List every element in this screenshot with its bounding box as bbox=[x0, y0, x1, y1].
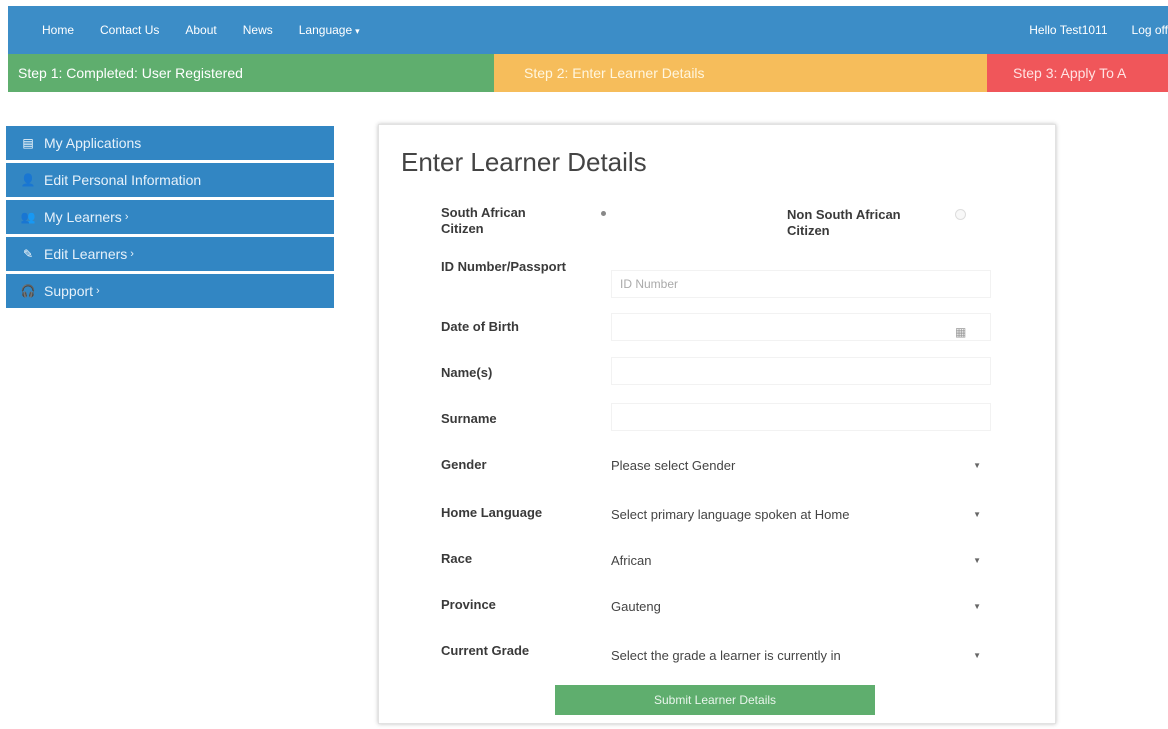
sidebar-item-label: My Learners bbox=[44, 209, 122, 225]
learner-details-card: Enter Learner Details South African Citi… bbox=[378, 124, 1056, 724]
current-grade-select[interactable]: Select the grade a learner is currently … bbox=[611, 641, 991, 669]
list-icon: ▤ bbox=[22, 136, 34, 150]
page-title: Enter Learner Details bbox=[401, 147, 647, 177]
user-icon: 👤 bbox=[20, 173, 36, 187]
race-select[interactable]: African ▼ bbox=[611, 546, 991, 574]
chevron-right-icon: › bbox=[96, 285, 100, 297]
non-sa-citizen-label: Non South African Citizen bbox=[787, 207, 901, 238]
home-language-label: Home Language bbox=[441, 505, 543, 520]
users-icon: 👥 bbox=[20, 210, 36, 224]
gender-label: Gender bbox=[441, 457, 487, 472]
province-select[interactable]: Gauteng ▼ bbox=[611, 592, 991, 620]
dob-input[interactable] bbox=[611, 313, 991, 341]
nav-language-dropdown[interactable]: Language ▾ bbox=[299, 23, 360, 37]
dropdown-arrow-icon: ▼ bbox=[973, 650, 981, 660]
dob-label: Date of Birth bbox=[441, 319, 519, 334]
nav-about[interactable]: About bbox=[185, 23, 216, 37]
id-number-input[interactable]: ID Number bbox=[611, 270, 991, 298]
non-sa-citizen-radio[interactable] bbox=[955, 209, 966, 220]
pencil-icon: ✎ bbox=[22, 247, 34, 261]
step-3-next: Step 3: Apply To A bbox=[987, 54, 1168, 92]
sidebar-item-edit-learners[interactable]: ✎ Edit Learners › bbox=[6, 237, 334, 271]
nav-home[interactable]: Home bbox=[42, 23, 74, 37]
sa-citizen-radio[interactable] bbox=[601, 211, 606, 216]
province-label: Province bbox=[441, 597, 496, 612]
sa-citizen-label: South African Citizen bbox=[441, 205, 526, 236]
surname-label: Surname bbox=[441, 411, 497, 426]
nav-right: Hello Test1011 Log off bbox=[1005, 23, 1168, 37]
calendar-icon[interactable]: ▦ bbox=[955, 325, 966, 339]
sidebar-item-label: Edit Personal Information bbox=[44, 172, 202, 188]
sidebar-item-label: Support bbox=[44, 283, 94, 299]
nav-language-label: Language bbox=[298, 23, 353, 37]
province-selected-value: Gauteng bbox=[611, 598, 661, 614]
dropdown-arrow-icon: ▼ bbox=[973, 460, 981, 470]
sidebar-item-my-learners[interactable]: 👥 My Learners › bbox=[6, 200, 334, 234]
home-language-selected-value: Select primary language spoken at Home bbox=[611, 506, 850, 522]
race-selected-value: African bbox=[611, 552, 652, 568]
dropdown-arrow-icon: ▼ bbox=[973, 601, 981, 611]
sidebar: ▤ My Applications 👤 Edit Personal Inform… bbox=[6, 126, 334, 311]
dropdown-arrow-icon: ▼ bbox=[973, 555, 981, 565]
top-navbar: Home Contact Us About News Language ▾ Hel… bbox=[8, 6, 1168, 54]
chevron-right-icon: › bbox=[130, 248, 134, 260]
chevron-down-icon: ▾ bbox=[355, 26, 360, 36]
current-grade-selected-value: Select the grade a learner is currently … bbox=[611, 647, 841, 663]
nav-contact[interactable]: Contact Us bbox=[100, 23, 159, 37]
dropdown-arrow-icon: ▼ bbox=[973, 509, 981, 519]
id-number-label: ID Number/Passport bbox=[441, 259, 566, 274]
step-2-current: Step 2: Enter Learner Details bbox=[494, 54, 987, 92]
chevron-right-icon: › bbox=[124, 211, 129, 223]
sidebar-item-my-applications[interactable]: ▤ My Applications bbox=[6, 126, 334, 160]
headset-icon: 🎧 bbox=[20, 284, 36, 298]
names-label: Name(s) bbox=[441, 365, 493, 380]
sidebar-item-edit-personal-information[interactable]: 👤 Edit Personal Information bbox=[6, 163, 334, 197]
names-input[interactable] bbox=[611, 357, 991, 385]
submit-learner-details-button[interactable]: Submit Learner Details bbox=[555, 685, 875, 715]
race-label: Race bbox=[441, 551, 473, 566]
home-language-select[interactable]: Select primary language spoken at Home ▼ bbox=[611, 500, 991, 528]
nav-hello-user[interactable]: Hello Test1011 bbox=[1029, 23, 1107, 37]
gender-selected-value: Please select Gender bbox=[611, 457, 736, 473]
sidebar-item-label: Edit Learners bbox=[44, 246, 128, 262]
nav-news[interactable]: News bbox=[243, 23, 273, 37]
nav-logoff[interactable]: Log off bbox=[1132, 23, 1168, 37]
surname-input[interactable] bbox=[611, 403, 991, 431]
step-progress: Step 1: Completed: User Registered Step … bbox=[8, 54, 1168, 92]
current-grade-label: Current Grade bbox=[441, 643, 530, 658]
sidebar-item-support[interactable]: 🎧 Support › bbox=[6, 274, 334, 308]
gender-select[interactable]: Please select Gender ▼ bbox=[611, 451, 991, 479]
step-1-completed: Step 1: Completed: User Registered bbox=[8, 54, 494, 92]
sidebar-item-label: My Applications bbox=[44, 135, 142, 151]
